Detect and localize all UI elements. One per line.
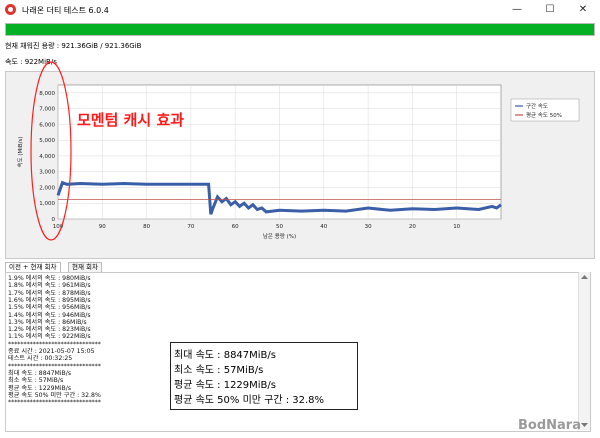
- x-tick-label: 60: [232, 224, 239, 230]
- log-line: 1.3% 에서의 속도 : 86MiB/s: [8, 318, 87, 326]
- log-line: 1.6% 에서의 속도 : 895MiB/s: [8, 296, 91, 304]
- log-scrollbar[interactable]: [578, 272, 590, 430]
- legend-entry: 평균 속도 50%: [526, 111, 562, 119]
- log-line: 최소 속도 : 57MiB/s: [8, 377, 64, 385]
- x-tick-label: 20: [409, 224, 416, 230]
- log-line: 테스트 시간 : 00:32:25: [8, 355, 73, 363]
- summary-min: 최소 속도 : 57MiB/s: [174, 365, 264, 376]
- app-icon: [5, 4, 16, 15]
- window-title: 나래온 더티 테스트 6.0.4: [22, 6, 109, 15]
- log-line: 1.5% 에서의 속도 : 956MiB/s: [8, 304, 91, 312]
- legend-entry: 구간 속도: [526, 102, 548, 110]
- x-tick-label: 10: [453, 224, 460, 230]
- close-button[interactable]: ✕: [566, 0, 600, 20]
- momentum-cache-label: 모멘텀 캐시 효과: [77, 111, 185, 129]
- log-line: 1.4% 에서의 속도 : 946MiB/s: [8, 311, 91, 319]
- fill-progress-bar: [5, 23, 595, 36]
- y-axis-label: 속도 (MiB/s): [16, 137, 24, 168]
- tab-bar: 이전 + 현재 회차 현재 회차: [5, 262, 593, 272]
- x-tick-label: 80: [143, 224, 150, 230]
- tab-all-rounds[interactable]: 이전 + 현재 회차: [5, 262, 61, 272]
- watermark-logo: BodNara: [518, 418, 581, 433]
- capacity-text: 현재 채워진 용량 : 921.36GiB / 921.36GiB: [5, 42, 142, 50]
- minimize-button[interactable]: —: [500, 0, 534, 20]
- log-line: ******************************: [8, 399, 101, 407]
- title-bar: 나래온 더티 테스트 6.0.4 — ☐ ✕: [0, 0, 600, 20]
- progress-fill: [6, 24, 594, 35]
- log-line: ******************************: [8, 362, 101, 370]
- summary-max: 최대 속도 : 8847MiB/s: [174, 350, 277, 361]
- x-tick-label: 30: [365, 224, 372, 230]
- log-line: 최대 속도 : 8847MiB/s: [8, 369, 72, 377]
- log-line: 1.8% 에서의 속도 : 961MiB/s: [8, 282, 91, 290]
- x-tick-label: 50: [276, 224, 283, 230]
- chart-panel: 0 1,000 2,000 3,000 4,000 5,000 6,000 7,000 8,00…: [5, 71, 595, 259]
- annotation-ellipse: [30, 61, 72, 241]
- tab-current-round[interactable]: 현재 회차: [68, 262, 102, 272]
- summary-below: 평균 속도 50% 미만 구간 : 32.8%: [174, 395, 325, 406]
- log-line: 종료 시간 : 2021-05-07 15:05: [8, 348, 95, 355]
- summary-avg: 평균 속도 : 1229MiB/s: [174, 380, 277, 391]
- scroll-arrows-icon: [581, 275, 588, 427]
- log-line: 1.1% 에서의 속도 : 922MiB/s: [8, 333, 91, 341]
- maximize-button[interactable]: ☐: [533, 0, 567, 20]
- x-axis-label: 남은 용량 (%): [263, 232, 296, 240]
- log-line: 1.7% 에서의 속도 : 878MiB/s: [8, 289, 91, 297]
- log-line: 평균 속도 50% 미만 구간 : 32.8%: [8, 391, 101, 399]
- speed-chart: 01,0002,0003,0004,0005,0006,0007,0008,00…: [16, 84, 580, 240]
- x-tick-label: 90: [99, 224, 106, 230]
- x-tick-label: 70: [187, 224, 194, 230]
- x-tick-label: 40: [320, 224, 327, 230]
- log-line: ******************************: [8, 340, 101, 348]
- summary-callout: 최대 속도 : 8847MiB/s 최소 속도 : 57MiB/s 평균 속도 …: [170, 342, 358, 410]
- log-line: 1.9% 에서의 속도 : 980MiB/s: [8, 275, 91, 282]
- log-line: 평균 속도 : 1229MiB/s: [8, 384, 72, 392]
